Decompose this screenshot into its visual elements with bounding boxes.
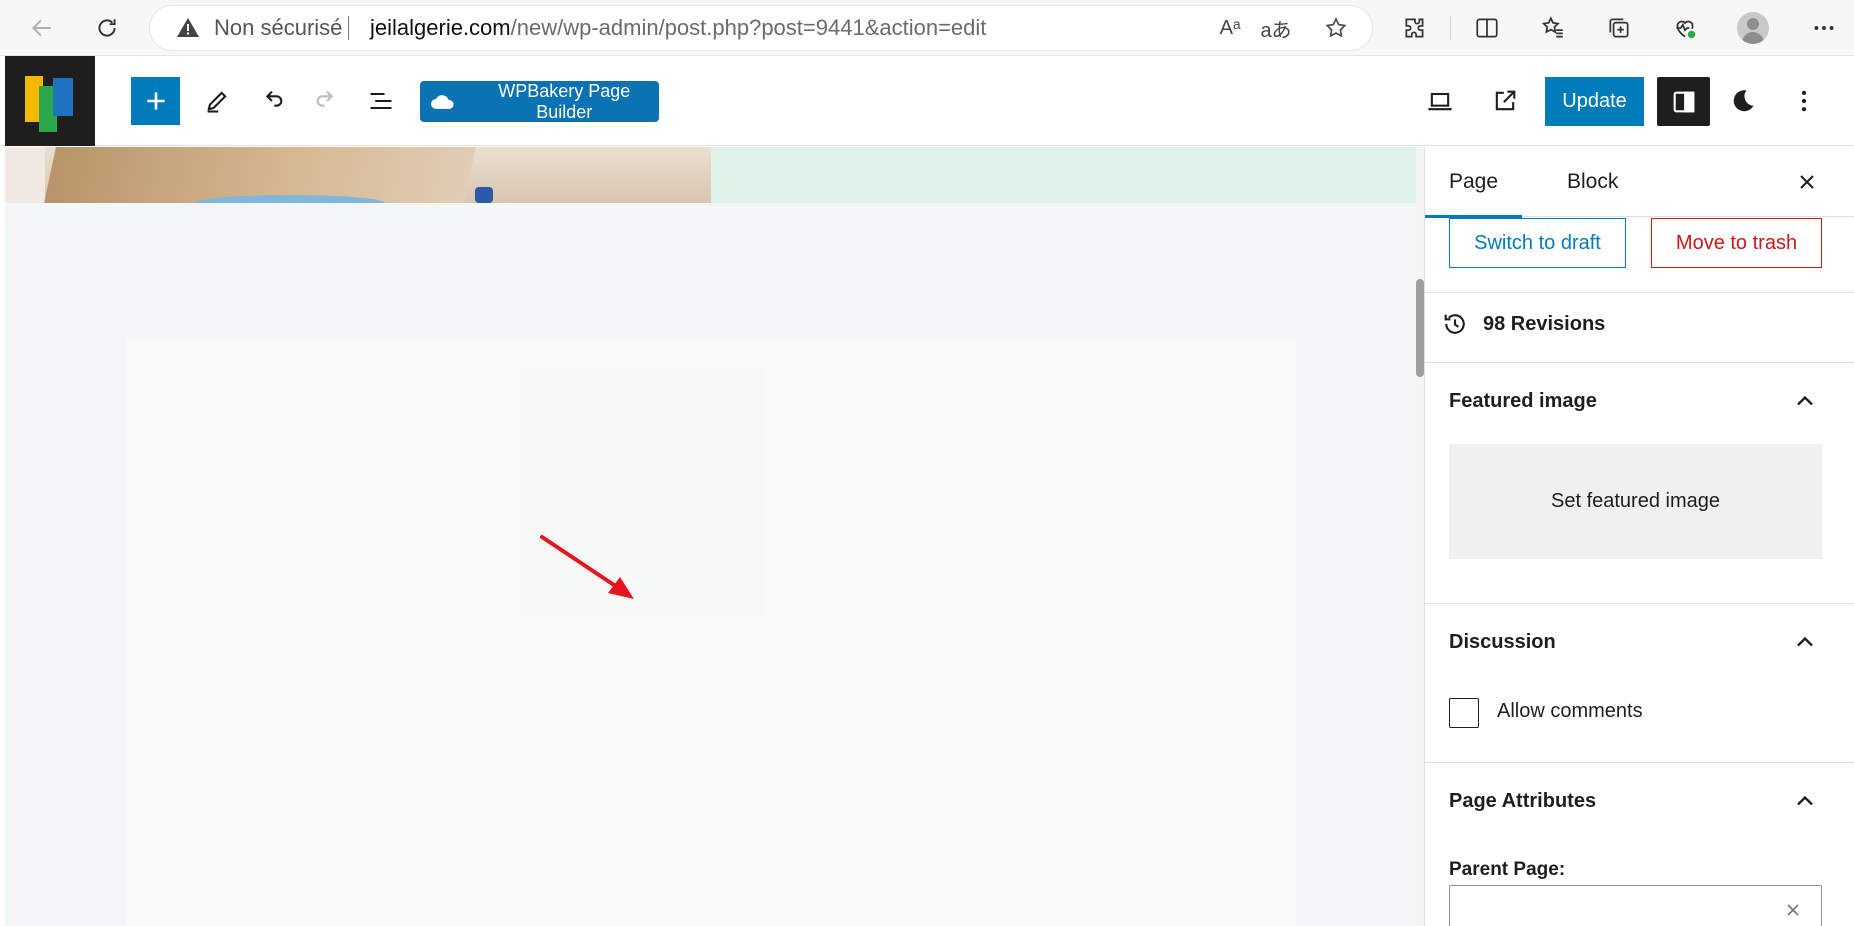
browser-essentials-icon[interactable] xyxy=(1667,10,1703,46)
sidebar-tabs: Page Block xyxy=(1425,147,1854,218)
pencil-icon xyxy=(207,91,227,113)
wpbakery-cloud-icon xyxy=(430,94,454,109)
read-aloud-icon[interactable]: Aᵃ xyxy=(1214,12,1246,44)
annotation-arrow-icon xyxy=(540,535,634,599)
close-icon xyxy=(1800,175,1814,189)
back-icon[interactable] xyxy=(24,10,60,46)
extensions-icon[interactable] xyxy=(1397,10,1433,46)
security-status[interactable]: Non sécurisé xyxy=(214,6,342,50)
preview-device-button[interactable] xyxy=(1420,81,1460,121)
revisions-label: 98 Revisions xyxy=(1483,312,1606,335)
discussion-title[interactable]: Discussion xyxy=(1449,631,1556,654)
update-button[interactable]: Update xyxy=(1545,77,1644,126)
chevron-up-icon[interactable] xyxy=(1791,628,1819,656)
clear-icon[interactable] xyxy=(1783,900,1803,920)
address-divider xyxy=(348,16,349,40)
photo-toy xyxy=(475,187,493,203)
external-link-icon xyxy=(1495,90,1516,111)
history-icon xyxy=(1444,314,1465,334)
divider xyxy=(1425,292,1854,293)
laptop-icon xyxy=(1428,92,1452,111)
address-bar[interactable]: Non sécurisé jeilalgerie.com/new/wp-admi… xyxy=(150,6,1372,50)
favorite-star-icon[interactable] xyxy=(1320,12,1352,44)
canvas-scroll-thumb[interactable] xyxy=(1416,279,1424,377)
vertical-ellipsis-icon xyxy=(1801,90,1807,112)
chevron-up-icon[interactable] xyxy=(1791,387,1819,415)
dark-mode-button[interactable] xyxy=(1723,81,1763,121)
options-menu-button[interactable] xyxy=(1784,81,1824,121)
toolbar-divider xyxy=(1450,16,1451,40)
editor-header: WPBakery Page Builder Update xyxy=(0,56,1854,146)
photo-chair xyxy=(5,147,45,203)
split-screen-icon[interactable] xyxy=(1469,10,1505,46)
undo-button[interactable] xyxy=(252,81,292,121)
allow-comments-checkbox[interactable] xyxy=(1449,698,1479,728)
divider xyxy=(1425,603,1854,604)
parent-page-label: Parent Page: xyxy=(1449,859,1566,880)
more-menu-icon[interactable] xyxy=(1806,10,1842,46)
document-overview-button[interactable] xyxy=(361,81,401,121)
favorites-icon[interactable] xyxy=(1535,10,1571,46)
tab-block[interactable]: Block xyxy=(1543,147,1642,217)
set-featured-image-button[interactable]: Set featured image xyxy=(1449,444,1822,559)
parent-page-combobox[interactable] xyxy=(1449,885,1822,926)
list-view-icon xyxy=(370,92,392,110)
url-text[interactable]: jeilalgerie.com/new/wp-admin/post.php?po… xyxy=(370,6,986,50)
switch-to-draft-button[interactable]: Switch to draft xyxy=(1449,218,1626,268)
tab-page[interactable]: Page xyxy=(1425,147,1523,218)
warning-icon xyxy=(177,18,199,37)
close-sidebar-button[interactable] xyxy=(1789,164,1825,200)
hero-photo[interactable] xyxy=(5,147,711,203)
chevron-up-icon[interactable] xyxy=(1791,787,1819,815)
allow-comments-label[interactable]: Allow comments xyxy=(1497,700,1643,723)
sidebar-panel-icon xyxy=(1673,91,1694,112)
redo-button[interactable] xyxy=(307,81,347,121)
revisions-link[interactable]: 98 Revisions xyxy=(1441,304,1605,344)
wpbakery-label: WPBakery Page Builder xyxy=(498,80,631,122)
moon-icon xyxy=(1733,90,1754,112)
divider xyxy=(1425,362,1854,363)
page-attributes-title[interactable]: Page Attributes xyxy=(1449,790,1596,813)
undo-icon xyxy=(265,90,283,107)
settings-sidebar: Page Block Switch to draft Move to trash… xyxy=(1424,147,1854,926)
move-to-trash-button[interactable]: Move to trash xyxy=(1651,218,1822,268)
url-path: /new/wp-admin/post.php?post=9441&action=… xyxy=(510,15,987,40)
view-page-button[interactable] xyxy=(1485,81,1525,121)
editor-canvas[interactable] xyxy=(5,147,1416,926)
featured-image-title[interactable]: Featured image xyxy=(1449,390,1597,413)
logo-bar-blue xyxy=(53,78,73,116)
tools-pencil-button[interactable] xyxy=(197,81,237,121)
settings-sidebar-toggle[interactable] xyxy=(1657,77,1710,126)
mint-section-band xyxy=(711,147,1416,203)
redo-icon xyxy=(316,90,334,107)
browser-toolbar: Non sécurisé jeilalgerie.com/new/wp-admi… xyxy=(0,0,1854,56)
add-block-button[interactable] xyxy=(131,77,180,125)
refresh-icon[interactable] xyxy=(89,10,125,46)
divider xyxy=(1425,762,1854,763)
plus-icon xyxy=(146,92,165,110)
profile-avatar[interactable] xyxy=(1737,12,1769,44)
url-host: jeilalgerie.com xyxy=(370,15,511,40)
collections-icon[interactable] xyxy=(1601,10,1637,46)
site-logo[interactable] xyxy=(5,56,95,146)
wpbakery-button[interactable]: WPBakery Page Builder xyxy=(420,81,659,122)
translate-icon[interactable]: aあ xyxy=(1260,12,1292,44)
